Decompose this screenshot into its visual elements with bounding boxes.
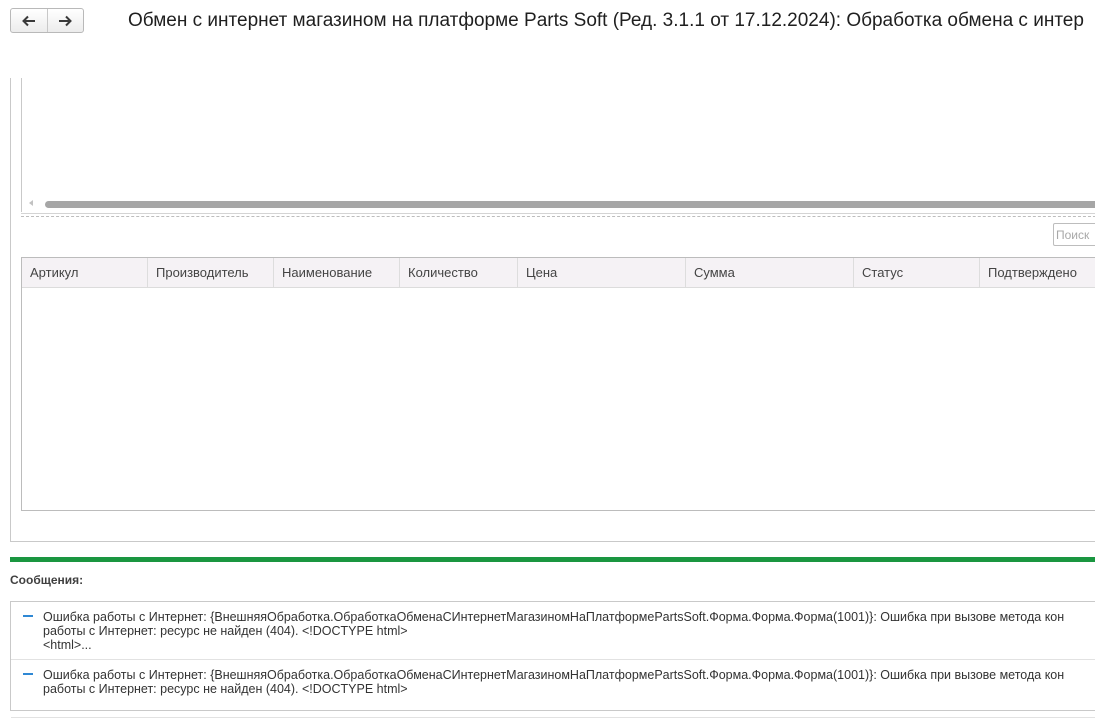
- message-item[interactable]: Ошибка работы с Интернет: {ВнешняяОбрабо…: [11, 602, 1095, 660]
- column-header-name[interactable]: Наименование: [274, 258, 400, 287]
- panel-splitter[interactable]: [21, 213, 1095, 217]
- scroll-left-icon[interactable]: [29, 200, 33, 206]
- message-text: Ошибка работы с Интернет: {ВнешняяОбрабо…: [43, 610, 1065, 624]
- message-marker-icon: [23, 673, 33, 675]
- column-header-sum[interactable]: Сумма: [686, 258, 854, 287]
- message-text: <html>...: [43, 638, 92, 652]
- forward-button[interactable]: [46, 9, 84, 32]
- messages-divider: [10, 557, 1095, 562]
- message-text: Ошибка работы с Интернет: {ВнешняяОбрабо…: [43, 668, 1065, 682]
- horizontal-scrollbar[interactable]: [26, 198, 1095, 210]
- table-header: Артикул Производитель Наименование Колич…: [22, 258, 1095, 288]
- scrollbar-thumb[interactable]: [45, 201, 1095, 208]
- navigation-buttons: [10, 8, 84, 33]
- message-text: работы с Интернет: ресурс не найден (404…: [43, 624, 408, 638]
- search-input[interactable]: [1053, 223, 1095, 246]
- items-table[interactable]: Артикул Производитель Наименование Колич…: [21, 257, 1095, 511]
- messages-panel: Ошибка работы с Интернет: {ВнешняяОбрабо…: [10, 601, 1095, 718]
- arrow-right-icon: [59, 15, 73, 26]
- column-header-status[interactable]: Статус: [854, 258, 980, 287]
- column-header-quantity[interactable]: Количество: [400, 258, 518, 287]
- message-text: работы с Интернет: ресурс не найден (404…: [43, 682, 408, 696]
- arrow-left-icon: [21, 15, 35, 26]
- column-header-manufacturer[interactable]: Производитель: [148, 258, 274, 287]
- window-title: Обмен с интернет магазином на платформе …: [128, 10, 1084, 31]
- column-header-confirmed[interactable]: Подтверждено: [980, 258, 1095, 287]
- column-header-price[interactable]: Цена: [518, 258, 686, 287]
- message-marker-icon: [23, 615, 33, 617]
- upper-panel: [21, 78, 1095, 212]
- message-item[interactable]: Ошибка работы с Интернет: {ВнешняяОбрабо…: [11, 660, 1095, 718]
- back-button[interactable]: [11, 9, 47, 32]
- messages-title: Сообщения:: [10, 573, 84, 587]
- column-header-article[interactable]: Артикул: [22, 258, 148, 287]
